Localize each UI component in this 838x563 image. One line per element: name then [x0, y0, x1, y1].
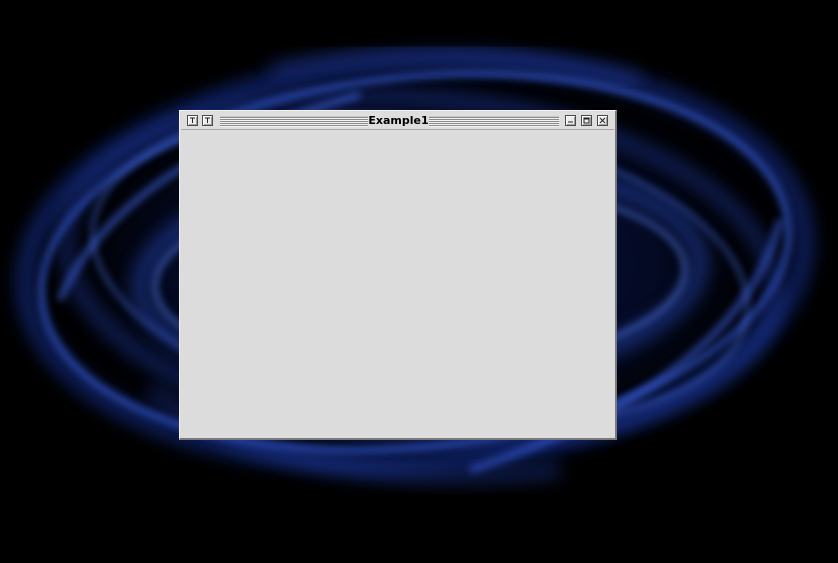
pin-button[interactable] — [187, 115, 198, 126]
maximize-button[interactable] — [581, 115, 592, 126]
window-client-area[interactable] — [181, 131, 614, 437]
shade-button[interactable] — [202, 115, 213, 126]
minimize-button[interactable] — [565, 115, 576, 126]
application-window[interactable]: Example1 — [179, 110, 617, 440]
titlebar-stripes-right — [429, 116, 559, 127]
minimize-icon — [568, 121, 573, 123]
close-icon — [599, 117, 606, 124]
titlebar-stripes-left — [220, 116, 368, 127]
window-titlebar[interactable]: Example1 — [181, 112, 614, 130]
maximize-icon — [583, 117, 590, 124]
pin-icon — [190, 117, 195, 123]
shade-icon — [205, 117, 210, 123]
window-title: Example1 — [368, 114, 429, 127]
desktop[interactable]: Example1 — [0, 0, 838, 563]
close-button[interactable] — [597, 115, 608, 126]
